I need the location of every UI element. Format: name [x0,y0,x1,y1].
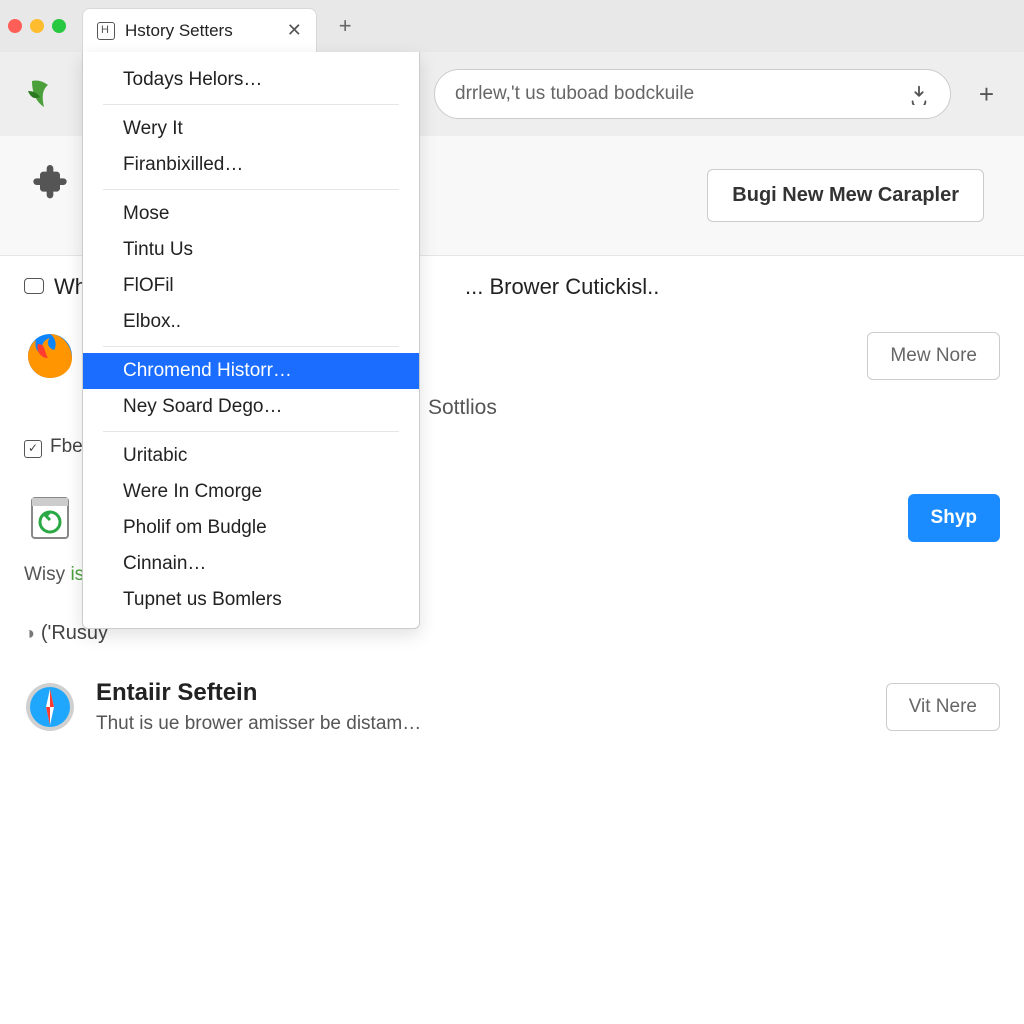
tab-close-icon[interactable]: ✕ [243,20,302,41]
window-close[interactable] [8,19,22,33]
menu-item[interactable]: Cinnain… [83,546,419,582]
safari-title: Entaiir Seftein [96,679,866,707]
menu-item[interactable]: Wery It [83,111,419,147]
menu-item[interactable]: Todays Helors… [83,62,419,98]
menu-item-highlighted[interactable]: Chromend Historr… [83,353,419,389]
add-button[interactable]: + [969,79,1004,110]
page-reload-icon [24,492,76,544]
puzzle-icon [30,160,70,200]
fbe-label: Fbe [50,436,83,458]
window-controls [8,19,66,33]
banner-primary-button[interactable]: Bugi New Mew Carapler [707,169,984,222]
history-dropdown-menu: Todays Helors… Wery It Firanbixilled… Mo… [82,52,420,629]
menu-item[interactable]: Firanbixilled… [83,147,419,183]
firefox-action-button[interactable]: Mew Nore [867,332,1000,380]
browser-tab[interactable]: Hstory Setters ✕ [82,8,317,52]
menu-item[interactable]: Ney Soard Dego… [83,389,419,425]
download-icon[interactable] [908,83,930,105]
safari-icon [24,681,76,733]
menu-item[interactable]: Pholif om Budgle [83,510,419,546]
check-icon [24,436,42,458]
shyp-button[interactable]: Shyp [908,494,1000,542]
safari-action-button[interactable]: Vit Nere [886,683,1000,731]
menu-separator [103,189,399,190]
new-tab-button[interactable]: + [317,13,374,39]
speech-icon [24,274,44,300]
tab-title: Hstory Setters [125,21,233,41]
menu-separator [103,431,399,432]
tab-bar: Hstory Setters ✕ + [0,0,1024,52]
menu-item[interactable]: Tupnet us Bomlers [83,582,419,618]
menu-separator [103,346,399,347]
key-icon [24,623,35,644]
menu-separator [103,104,399,105]
menu-item[interactable]: Uritabic [83,438,419,474]
browser-logo-icon [20,71,66,117]
address-text: drrlew,'t us tuboad bodckuile [455,83,908,105]
safari-subtitle: Thut is ue brower amisser be distam… [96,713,866,735]
safari-row: Entaiir Seftein Thut is ue brower amisse… [0,649,1024,755]
firefox-icon [24,330,76,382]
menu-item[interactable]: FlOFil [83,268,419,304]
address-bar[interactable]: drrlew,'t us tuboad bodckuile [434,69,951,119]
menu-item[interactable]: Were In Cmorge [83,474,419,510]
window-maximize[interactable] [52,19,66,33]
menu-item[interactable]: Tintu Us [83,232,419,268]
window-minimize[interactable] [30,19,44,33]
menu-item[interactable]: Mose [83,196,419,232]
partial-text: ... Brower Cutickisl.. [465,274,659,300]
menu-item[interactable]: Elbox.. [83,304,419,340]
history-icon [97,22,115,40]
